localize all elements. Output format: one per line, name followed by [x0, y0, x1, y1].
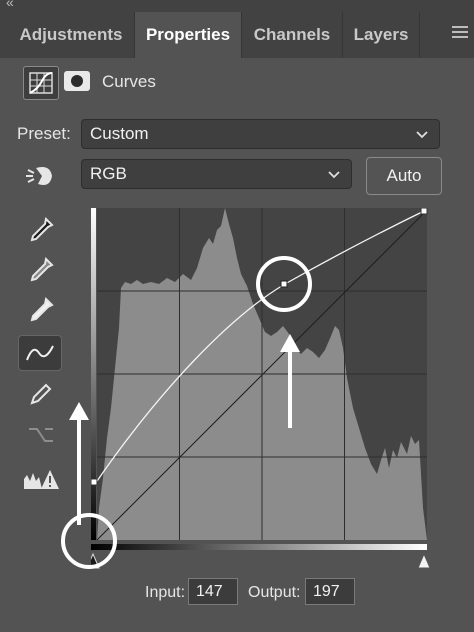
highlight-circle-black-point	[61, 513, 117, 569]
input-label: Input:	[145, 584, 186, 601]
up-arrow-right	[280, 334, 300, 428]
input-field[interactable]: 147	[188, 578, 238, 605]
output-label: Output:	[248, 584, 301, 601]
output-field[interactable]: 197	[305, 578, 355, 605]
highlight-circle-control-point	[256, 256, 312, 312]
up-arrow-left	[69, 402, 89, 525]
annotation-overlay	[61, 256, 312, 569]
